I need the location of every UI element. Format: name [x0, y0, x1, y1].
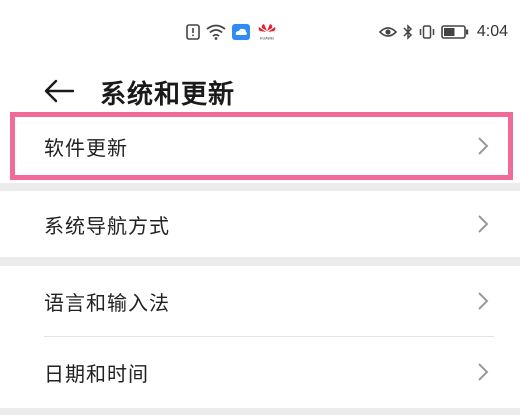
list-item-label: 语言和输入法: [44, 290, 170, 315]
eye-icon: [378, 25, 397, 39]
list-item-label: 软件更新: [44, 136, 128, 160]
settings-group-navigation: 系统导航方式: [0, 191, 520, 257]
arrow-left-icon: [44, 79, 75, 103]
settings-group-locale: 语言和输入法 日期和时间: [0, 266, 520, 408]
list-item-language-input[interactable]: 语言和输入法: [0, 266, 520, 336]
list-item-system-navigation[interactable]: 系统导航方式: [0, 191, 520, 257]
page-header: 系统和更新: [0, 60, 520, 110]
huawei-logo-icon: HUAWEI: [256, 23, 278, 41]
list-item-label: 日期和时间: [44, 362, 149, 386]
chevron-right-icon: [478, 215, 489, 233]
status-time: 4:04: [476, 23, 508, 40]
chevron-right-icon: [478, 363, 489, 381]
chevron-right-icon: [478, 292, 489, 310]
battery-icon: [441, 25, 469, 39]
list-item-label: 系统导航方式: [44, 213, 170, 238]
huawei-brand-text: HUAWEI: [260, 37, 274, 41]
vibrate-icon: [419, 24, 435, 40]
list-item-software-update[interactable]: 软件更新: [0, 110, 520, 183]
status-right-icons: 4:04: [378, 21, 508, 43]
bluetooth-icon: [403, 24, 413, 40]
chevron-right-icon: [478, 137, 489, 155]
status-center-icons: HUAWEI: [186, 21, 278, 43]
settings-group-update: 软件更新: [0, 110, 520, 183]
list-item-date-time[interactable]: 日期和时间: [0, 337, 520, 408]
status-bar: HUAWEI 4:04: [0, 0, 520, 60]
back-button[interactable]: [38, 70, 80, 112]
settings-screen: HUAWEI 4:04 系统和更新 软件更新 系统导航方式 语言和输入法 日期和…: [0, 0, 520, 415]
page-title: 系统和更新: [100, 80, 236, 110]
wifi-icon: [206, 24, 226, 40]
cloud-icon: [232, 24, 250, 40]
notification-alert-icon: [186, 24, 200, 40]
